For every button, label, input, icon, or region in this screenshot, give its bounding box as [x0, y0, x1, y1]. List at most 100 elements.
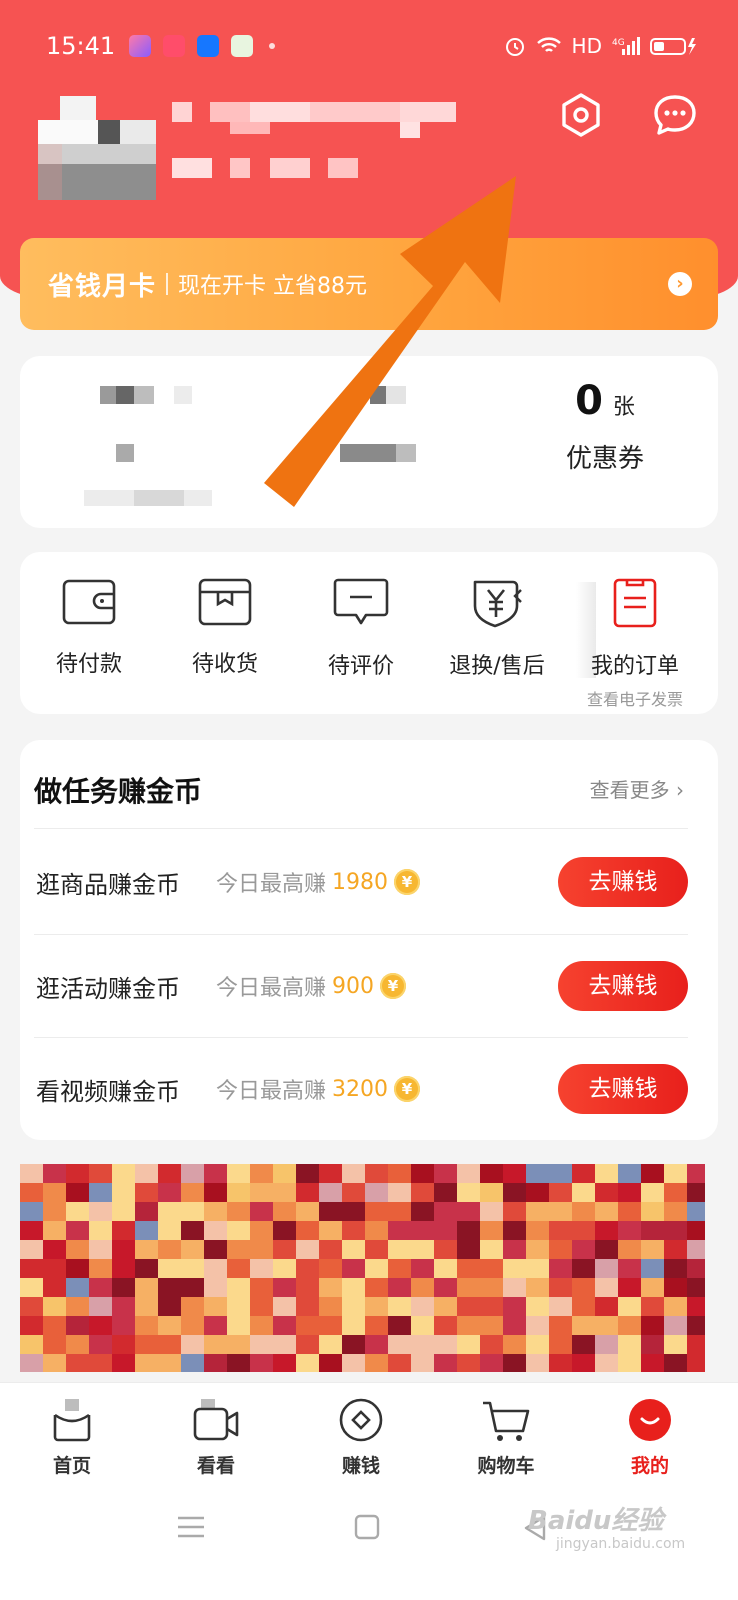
tab-home[interactable]: 首页 — [22, 1397, 122, 1478]
banner-mosaic-cell — [526, 1240, 549, 1259]
banner-mosaic-cell — [296, 1240, 319, 1259]
my-orders[interactable]: 我的订单 查看电子发票 — [570, 576, 700, 710]
banner-mosaic-cell — [227, 1183, 250, 1202]
banner-mosaic-cell — [43, 1259, 66, 1278]
balance-item-blurred[interactable] — [80, 386, 230, 506]
banner-mosaic-cell — [641, 1259, 664, 1278]
banner-mosaic-cell — [66, 1297, 89, 1316]
banner-mosaic-cell — [227, 1240, 250, 1259]
task-name: 看视频赚金币 — [36, 1077, 180, 1106]
order-refund-aftersale[interactable]: 退换/售后 — [432, 576, 562, 680]
banner-mosaic-cell — [572, 1297, 595, 1316]
avatar[interactable] — [38, 96, 156, 200]
banner-mosaic-cell — [250, 1278, 273, 1297]
banner-mosaic-cell — [457, 1297, 480, 1316]
coupon-unit: 张 — [612, 395, 635, 420]
banner-mosaic-cell — [388, 1335, 411, 1354]
chat-bubble-icon[interactable] — [650, 90, 700, 140]
tasks-more-link[interactable]: 查看更多 › — [590, 774, 684, 803]
banner-mosaic-cell — [526, 1335, 549, 1354]
order-pending-receipt[interactable]: 待收货 — [160, 576, 290, 678]
tab-profile[interactable]: 我的 — [600, 1397, 700, 1478]
task-reward-value: 900 — [332, 973, 375, 999]
banner-mosaic-cell — [319, 1240, 342, 1259]
orders-card: 待付款 待收货 待评价 退换/售后 我的订单 查看电子发票 — [20, 552, 718, 714]
banner-mosaic-cell — [43, 1335, 66, 1354]
banner-mosaic-cell — [664, 1202, 687, 1221]
banner-mosaic-cell — [595, 1183, 618, 1202]
tab-watch[interactable]: 看看 — [166, 1397, 266, 1478]
banner-mosaic-cell — [250, 1297, 273, 1316]
banner-mosaic-cell — [595, 1335, 618, 1354]
banner-mosaic-cell — [480, 1297, 503, 1316]
home-nav-icon[interactable] — [354, 1514, 380, 1540]
banner-mosaic-cell — [641, 1335, 664, 1354]
banner-mosaic-cell — [319, 1335, 342, 1354]
banner-mosaic-cell — [503, 1240, 526, 1259]
banner-mosaic-cell — [641, 1221, 664, 1240]
tab-cart[interactable]: 购物车 — [456, 1397, 556, 1478]
banner-mosaic-cell — [43, 1164, 66, 1183]
tab-earn[interactable]: 赚钱 — [311, 1397, 411, 1478]
banner-mosaic-cell — [158, 1335, 181, 1354]
banner-mosaic-cell — [319, 1259, 342, 1278]
banner-mosaic-cell — [503, 1354, 526, 1372]
banner-mosaic-cell — [20, 1278, 43, 1297]
settings-hex-icon[interactable] — [556, 90, 606, 140]
banner-mosaic-cell — [503, 1183, 526, 1202]
banner-mosaic-cell — [66, 1316, 89, 1335]
chevron-right-circle-icon[interactable]: › — [668, 272, 692, 296]
order-pending-review[interactable]: 待评价 — [296, 576, 426, 680]
banner-mosaic-cell — [687, 1183, 705, 1202]
banner-mosaic-cell — [66, 1354, 89, 1372]
banner-mosaic-cell — [434, 1221, 457, 1240]
banner-mosaic-cell — [89, 1164, 112, 1183]
banner-mosaic-cell — [342, 1221, 365, 1240]
banner-mosaic-cell — [158, 1259, 181, 1278]
banner-mosaic-cell — [250, 1335, 273, 1354]
banner-mosaic-cell — [595, 1202, 618, 1221]
my-orders-label: 我的订单 — [590, 654, 679, 679]
status-time: 15:41 — [46, 32, 116, 60]
banner-mosaic-cell — [457, 1164, 480, 1183]
banner-mosaic-cell — [549, 1335, 572, 1354]
promo-banner-blurred[interactable] — [20, 1164, 705, 1372]
earn-button[interactable]: 去赚钱 — [558, 1064, 688, 1114]
menu-nav-icon[interactable] — [176, 1514, 206, 1540]
banner-mosaic-cell — [319, 1297, 342, 1316]
banner-mosaic-cell — [319, 1202, 342, 1221]
banner-mosaic-cell — [319, 1164, 342, 1183]
banner-mosaic-cell — [549, 1316, 572, 1335]
banner-mosaic-cell — [549, 1183, 572, 1202]
task-row: 看视频赚金币 今日最高赚 3200 ¥ 去赚钱 — [36, 1037, 688, 1141]
banner-mosaic-cell — [204, 1297, 227, 1316]
network-label: HD — [571, 34, 602, 58]
banner-mosaic-cell — [503, 1221, 526, 1240]
banner-mosaic-cell — [296, 1316, 319, 1335]
order-pending-payment[interactable]: 待付款 — [24, 576, 154, 678]
banner-mosaic-cell — [618, 1354, 641, 1372]
tab-watch-label: 看看 — [196, 1455, 235, 1477]
banner-mosaic-cell — [595, 1259, 618, 1278]
banner-mosaic-cell — [641, 1164, 664, 1183]
banner-mosaic-cell — [89, 1297, 112, 1316]
earn-button[interactable]: 去赚钱 — [558, 857, 688, 907]
banner-divider — [166, 273, 169, 295]
banner-mosaic-cell — [365, 1183, 388, 1202]
wallet-icon — [62, 579, 116, 625]
task-row: 逛活动赚金币 今日最高赚 900 ¥ 去赚钱 — [36, 934, 688, 1038]
banner-mosaic-cell — [112, 1221, 135, 1240]
banner-mosaic-cell — [135, 1335, 158, 1354]
my-orders-invoice-link[interactable]: 查看电子发票 — [570, 686, 700, 710]
banner-mosaic-cell — [687, 1297, 705, 1316]
order-pending-payment-label: 待付款 — [55, 652, 122, 677]
banner-mosaic-cell — [89, 1202, 112, 1221]
banner-mosaic-cell — [457, 1183, 480, 1202]
monthly-card-banner[interactable]: 省钱月卡 现在开卡 立省88元 › — [20, 238, 718, 330]
banner-mosaic-cell — [503, 1202, 526, 1221]
earn-button[interactable]: 去赚钱 — [558, 961, 688, 1011]
coupon-summary[interactable]: 0张 优惠券 — [492, 378, 718, 475]
points-item-blurred[interactable] — [340, 386, 450, 466]
banner-mosaic-cell — [227, 1335, 250, 1354]
task-row: 逛商品赚金币 今日最高赚 1980 ¥ 去赚钱 — [36, 830, 688, 934]
